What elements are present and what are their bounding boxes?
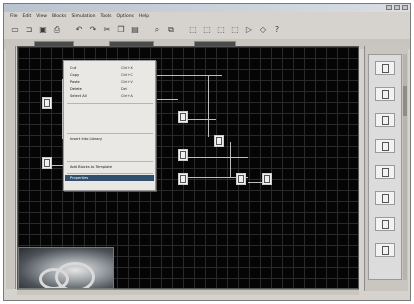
- copy-icon[interactable]: ❐: [115, 24, 127, 36]
- menu-tools[interactable]: Tools: [100, 13, 111, 20]
- menu-item-paste[interactable]: Paste: [70, 80, 80, 84]
- menu-item-properties[interactable]: Properties: [65, 175, 154, 181]
- diagram-block[interactable]: [214, 135, 224, 147]
- menu-item-add-blocks-to-template[interactable]: Add Blocks to Template: [70, 165, 112, 169]
- cut-icon[interactable]: ✂: [101, 24, 113, 36]
- menu-item-cut[interactable]: Cut: [70, 66, 76, 70]
- menu-separator: [67, 103, 153, 104]
- save-icon[interactable]: ▣: [37, 24, 49, 36]
- library-block[interactable]: [375, 165, 395, 179]
- scrollbar-thumb[interactable]: [403, 86, 407, 116]
- menu-separator: [67, 133, 153, 134]
- library-block[interactable]: [375, 87, 395, 101]
- connection-wire: [188, 119, 216, 120]
- library-block[interactable]: [375, 61, 395, 75]
- vertical-ruler: [6, 46, 16, 289]
- menu-view[interactable]: View: [36, 13, 47, 20]
- help-icon[interactable]: ?: [271, 24, 283, 36]
- block-icon[interactable]: ⧉: [165, 24, 177, 36]
- minimize-icon[interactable]: [386, 5, 392, 10]
- menu-item-delete[interactable]: Delete: [70, 87, 82, 91]
- block-icon[interactable]: ⬚: [187, 24, 199, 36]
- close-icon[interactable]: [402, 5, 408, 10]
- diagram-block[interactable]: [262, 173, 272, 185]
- connection-wire: [230, 142, 231, 177]
- shortcut-copy: Ctrl+C: [121, 73, 133, 77]
- panel-title: [365, 37, 409, 45]
- menu-edit[interactable]: Edit: [23, 13, 32, 20]
- paste-icon[interactable]: ▤: [129, 24, 141, 36]
- menu-blocks[interactable]: Blocks: [52, 13, 67, 20]
- open-icon[interactable]: ⊐: [23, 24, 35, 36]
- diagram-block[interactable]: [236, 173, 246, 185]
- horizontal-ruler: [17, 289, 359, 295]
- library-block[interactable]: [375, 113, 395, 127]
- connection-wire: [208, 75, 209, 137]
- menu-file[interactable]: File: [10, 13, 18, 20]
- diagram-block[interactable]: [42, 97, 52, 109]
- status-bar: [4, 296, 410, 301]
- library-block[interactable]: [375, 217, 395, 231]
- menu-simulation[interactable]: Simulation: [71, 13, 95, 20]
- library-block[interactable]: [375, 191, 395, 205]
- diagram-block[interactable]: [42, 157, 52, 169]
- diagram-block[interactable]: [178, 111, 188, 123]
- block-icon[interactable]: ⬚: [201, 24, 213, 36]
- menu-item-select-all[interactable]: Select All: [70, 94, 87, 98]
- menu-item-copy[interactable]: Copy: [70, 73, 79, 77]
- menu-item-insert-into-library[interactable]: Insert Into Library: [70, 137, 102, 141]
- block-library-panel: [364, 46, 408, 291]
- menu-item-properties-label: Properties: [70, 176, 89, 180]
- menu-separator: [67, 161, 153, 162]
- shortcut-cut: Ctrl+X: [121, 66, 133, 70]
- zoom-icon[interactable]: ⌕: [151, 24, 163, 36]
- maximize-icon[interactable]: [394, 5, 400, 10]
- title-bar: [4, 4, 410, 12]
- block-icon[interactable]: ⬚: [229, 24, 241, 36]
- menu-bar: File Edit View Blocks Simulation Tools O…: [4, 13, 410, 20]
- menu-help[interactable]: Help: [139, 13, 149, 20]
- preview-shape: [39, 268, 69, 288]
- block-icon[interactable]: ⬚: [215, 24, 227, 36]
- library-block[interactable]: [375, 243, 395, 257]
- new-icon[interactable]: ▭: [9, 24, 21, 36]
- stop-icon[interactable]: ◇: [257, 24, 269, 36]
- diagram-block[interactable]: [178, 173, 188, 185]
- print-icon[interactable]: ⎙: [51, 24, 63, 36]
- context-menu: Cut Ctrl+X Copy Ctrl+C Paste Ctrl+V Dele…: [63, 60, 156, 191]
- diagram-block[interactable]: [178, 149, 188, 161]
- menu-options[interactable]: Options: [117, 13, 134, 20]
- shortcut-paste: Ctrl+V: [121, 80, 133, 84]
- shortcut-select-all: Ctrl+A: [121, 94, 133, 98]
- preview-image: [18, 247, 114, 289]
- shortcut-delete: Del: [121, 87, 127, 91]
- toolbar: ▭ ⊐ ▣ ⎙ ↶ ↷ ✂ ❐ ▤ ⌕ ⧉ ⬚ ⬚ ⬚ ⬚ ▷ ◇ ?: [4, 21, 410, 38]
- undo-icon[interactable]: ↶: [73, 24, 85, 36]
- library-block[interactable]: [375, 139, 395, 153]
- connection-wire: [188, 157, 248, 158]
- redo-icon[interactable]: ↷: [87, 24, 99, 36]
- menu-separator: [67, 173, 153, 174]
- block-library-list[interactable]: [368, 54, 402, 280]
- run-icon[interactable]: ▷: [243, 24, 255, 36]
